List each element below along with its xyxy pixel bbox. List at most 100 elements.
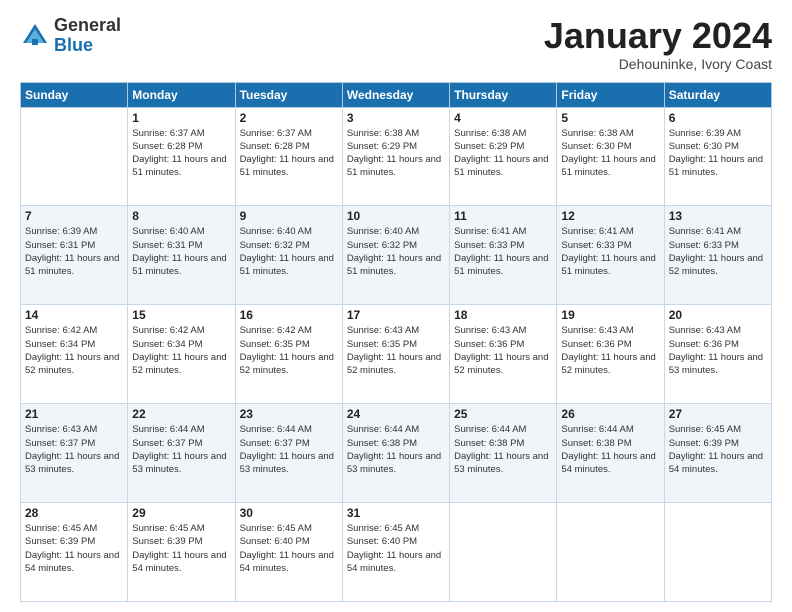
calendar-cell: 16 Sunrise: 6:42 AMSunset: 6:35 PMDayligh… <box>235 305 342 404</box>
day-number: 8 <box>132 209 230 223</box>
day-info: Sunrise: 6:40 AMSunset: 6:31 PMDaylight:… <box>132 225 230 278</box>
day-number: 30 <box>240 506 338 520</box>
day-info: Sunrise: 6:40 AMSunset: 6:32 PMDaylight:… <box>240 225 338 278</box>
day-info: Sunrise: 6:38 AMSunset: 6:30 PMDaylight:… <box>561 127 659 180</box>
day-number: 23 <box>240 407 338 421</box>
day-info: Sunrise: 6:38 AMSunset: 6:29 PMDaylight:… <box>454 127 552 180</box>
day-number: 20 <box>669 308 767 322</box>
day-number: 3 <box>347 111 445 125</box>
calendar-cell: 25Sunrise: 6:44 AMSunset: 6:38 PMDayligh… <box>450 404 557 503</box>
day-number: 6 <box>669 111 767 125</box>
title-block: January 2024 Dehouninke, Ivory Coast <box>544 16 772 72</box>
day-info: Sunrise: 6:44 AMSunset: 6:37 PMDaylight:… <box>132 423 230 476</box>
day-info: Sunrise: 6:37 AMSunset: 6:28 PMDaylight:… <box>240 127 338 180</box>
day-info: Sunrise: 6:38 AMSunset: 6:29 PMDaylight:… <box>347 127 445 180</box>
calendar-cell: 3 Sunrise: 6:38 AMSunset: 6:29 PMDaylight… <box>342 107 449 206</box>
calendar-cell: 19 Sunrise: 6:43 AMSunset: 6:36 PMDayligh… <box>557 305 664 404</box>
day-info: Sunrise: 6:45 AMSunset: 6:39 PMDaylight:… <box>132 522 230 575</box>
day-info: Sunrise: 6:41 AMSunset: 6:33 PMDaylight:… <box>454 225 552 278</box>
logo-icon <box>20 21 50 51</box>
calendar-cell: 30 Sunrise: 6:45 AMSunset: 6:40 PMDayligh… <box>235 503 342 602</box>
day-number: 26 <box>561 407 659 421</box>
calendar-cell: 29 Sunrise: 6:45 AMSunset: 6:39 PMDayligh… <box>128 503 235 602</box>
calendar-cell <box>557 503 664 602</box>
calendar-cell: 22 Sunrise: 6:44 AMSunset: 6:37 PMDayligh… <box>128 404 235 503</box>
col-tuesday: Tuesday <box>235 82 342 107</box>
day-number: 25 <box>454 407 552 421</box>
day-info: Sunrise: 6:44 AMSunset: 6:38 PMDaylight:… <box>561 423 659 476</box>
logo: General Blue <box>20 16 121 56</box>
day-info: Sunrise: 6:40 AMSunset: 6:32 PMDaylight:… <box>347 225 445 278</box>
day-info: Sunrise: 6:42 AMSunset: 6:34 PMDaylight:… <box>132 324 230 377</box>
calendar-week-3: 14Sunrise: 6:42 AMSunset: 6:34 PMDayligh… <box>21 305 772 404</box>
day-number: 2 <box>240 111 338 125</box>
day-number: 28 <box>25 506 123 520</box>
day-info: Sunrise: 6:39 AMSunset: 6:30 PMDaylight:… <box>669 127 767 180</box>
day-number: 5 <box>561 111 659 125</box>
col-saturday: Saturday <box>664 82 771 107</box>
calendar-cell: 21 Sunrise: 6:43 AMSunset: 6:37 PMDayligh… <box>21 404 128 503</box>
calendar-cell: 9 Sunrise: 6:40 AMSunset: 6:32 PMDaylight… <box>235 206 342 305</box>
logo-blue: Blue <box>54 35 93 55</box>
col-wednesday: Wednesday <box>342 82 449 107</box>
day-info: Sunrise: 6:43 AMSunset: 6:35 PMDaylight:… <box>347 324 445 377</box>
day-info: Sunrise: 6:43 AMSunset: 6:37 PMDaylight:… <box>25 423 123 476</box>
col-thursday: Thursday <box>450 82 557 107</box>
calendar-cell: 11Sunrise: 6:41 AMSunset: 6:33 PMDayligh… <box>450 206 557 305</box>
logo-general: General <box>54 15 121 35</box>
day-number: 13 <box>669 209 767 223</box>
day-number: 21 <box>25 407 123 421</box>
calendar-cell <box>664 503 771 602</box>
day-number: 17 <box>347 308 445 322</box>
calendar-cell: 26 Sunrise: 6:44 AMSunset: 6:38 PMDayligh… <box>557 404 664 503</box>
calendar-cell: 2 Sunrise: 6:37 AMSunset: 6:28 PMDaylight… <box>235 107 342 206</box>
day-number: 24 <box>347 407 445 421</box>
calendar-cell: 23 Sunrise: 6:44 AMSunset: 6:37 PMDayligh… <box>235 404 342 503</box>
calendar-cell: 13 Sunrise: 6:41 AMSunset: 6:33 PMDayligh… <box>664 206 771 305</box>
day-number: 1 <box>132 111 230 125</box>
calendar-cell: 17 Sunrise: 6:43 AMSunset: 6:35 PMDayligh… <box>342 305 449 404</box>
day-info: Sunrise: 6:45 AMSunset: 6:40 PMDaylight:… <box>347 522 445 575</box>
day-number: 10 <box>347 209 445 223</box>
day-info: Sunrise: 6:44 AMSunset: 6:37 PMDaylight:… <box>240 423 338 476</box>
day-number: 9 <box>240 209 338 223</box>
day-info: Sunrise: 6:42 AMSunset: 6:34 PMDaylight:… <box>25 324 123 377</box>
day-info: Sunrise: 6:41 AMSunset: 6:33 PMDaylight:… <box>561 225 659 278</box>
calendar-cell: 12Sunrise: 6:41 AMSunset: 6:33 PMDayligh… <box>557 206 664 305</box>
calendar-cell: 4Sunrise: 6:38 AMSunset: 6:29 PMDaylight… <box>450 107 557 206</box>
day-number: 16 <box>240 308 338 322</box>
day-info: Sunrise: 6:39 AMSunset: 6:31 PMDaylight:… <box>25 225 123 278</box>
day-number: 22 <box>132 407 230 421</box>
col-sunday: Sunday <box>21 82 128 107</box>
page: General Blue January 2024 Dehouninke, Iv… <box>0 0 792 612</box>
calendar-cell: 14Sunrise: 6:42 AMSunset: 6:34 PMDayligh… <box>21 305 128 404</box>
day-number: 19 <box>561 308 659 322</box>
calendar-week-5: 28 Sunrise: 6:45 AMSunset: 6:39 PMDayligh… <box>21 503 772 602</box>
calendar-week-1: 1 Sunrise: 6:37 AMSunset: 6:28 PMDaylight… <box>21 107 772 206</box>
calendar-cell: 28Sunrise: 6:45 AMSunset: 6:39 PMDayligh… <box>21 503 128 602</box>
title-month: January 2024 <box>544 16 772 56</box>
day-info: Sunrise: 6:43 AMSunset: 6:36 PMDaylight:… <box>454 324 552 377</box>
day-info: Sunrise: 6:41 AMSunset: 6:33 PMDaylight:… <box>669 225 767 278</box>
header: General Blue January 2024 Dehouninke, Iv… <box>20 16 772 72</box>
day-info: Sunrise: 6:42 AMSunset: 6:35 PMDaylight:… <box>240 324 338 377</box>
day-info: Sunrise: 6:43 AMSunset: 6:36 PMDaylight:… <box>561 324 659 377</box>
col-friday: Friday <box>557 82 664 107</box>
day-number: 7 <box>25 209 123 223</box>
calendar-week-4: 21 Sunrise: 6:43 AMSunset: 6:37 PMDayligh… <box>21 404 772 503</box>
day-info: Sunrise: 6:45 AMSunset: 6:40 PMDaylight:… <box>240 522 338 575</box>
day-info: Sunrise: 6:43 AMSunset: 6:36 PMDaylight:… <box>669 324 767 377</box>
calendar-header-row: Sunday Monday Tuesday Wednesday Thursday… <box>21 82 772 107</box>
day-info: Sunrise: 6:45 AMSunset: 6:39 PMDaylight:… <box>669 423 767 476</box>
calendar-cell: 6 Sunrise: 6:39 AMSunset: 6:30 PMDaylight… <box>664 107 771 206</box>
day-info: Sunrise: 6:44 AMSunset: 6:38 PMDaylight:… <box>347 423 445 476</box>
logo-text: General Blue <box>54 16 121 56</box>
day-number: 15 <box>132 308 230 322</box>
calendar-cell: 10 Sunrise: 6:40 AMSunset: 6:32 PMDayligh… <box>342 206 449 305</box>
calendar-cell: 5 Sunrise: 6:38 AMSunset: 6:30 PMDaylight… <box>557 107 664 206</box>
calendar-cell <box>450 503 557 602</box>
calendar-cell: 15 Sunrise: 6:42 AMSunset: 6:34 PMDayligh… <box>128 305 235 404</box>
day-number: 29 <box>132 506 230 520</box>
calendar-cell: 31Sunrise: 6:45 AMSunset: 6:40 PMDayligh… <box>342 503 449 602</box>
day-info: Sunrise: 6:37 AMSunset: 6:28 PMDaylight:… <box>132 127 230 180</box>
